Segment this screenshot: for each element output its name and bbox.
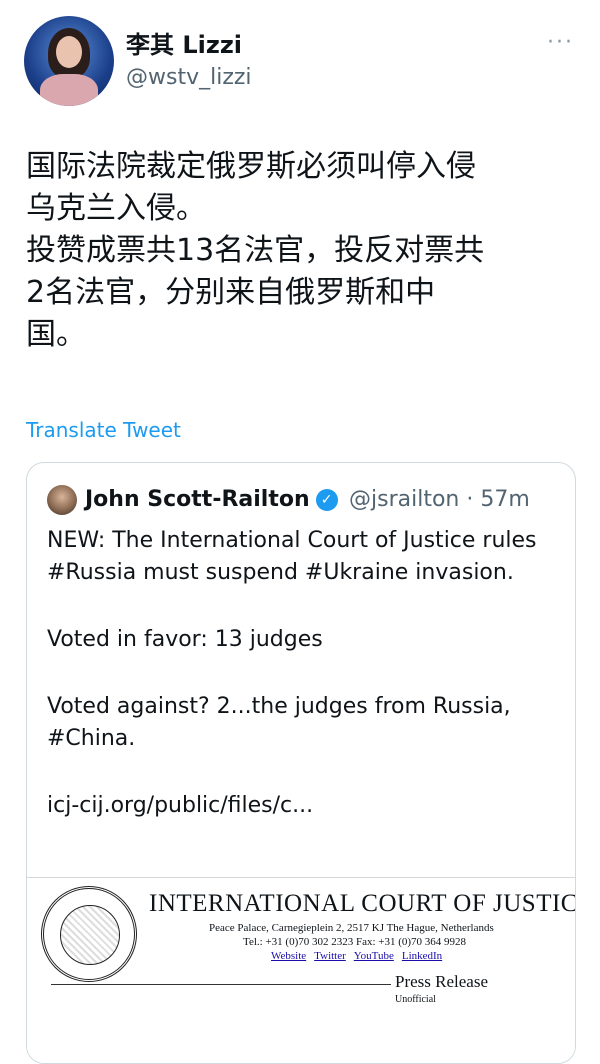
translate-tweet-link[interactable]: Translate Tweet xyxy=(26,416,181,444)
quoted-link[interactable]: icj-cij.org/public/files/c... xyxy=(47,790,557,822)
tweet-line: 国际法院裁定俄罗斯必须叫停入侵 xyxy=(26,149,476,184)
quoted-paragraph: Voted against? 2...the judges from Russi… xyxy=(47,694,511,751)
document-links: Website Twitter YouTube LinkedIn xyxy=(271,950,450,962)
press-release-label: Press Release xyxy=(395,972,489,991)
icj-seal-icon xyxy=(41,886,137,982)
document-address: Peace Palace, Carnegieplein 2, 2517 KJ T… xyxy=(209,922,494,934)
tweet-line: 2名法官，分别来自俄罗斯和中 xyxy=(26,275,436,310)
quoted-handle-time[interactable]: @jsrailton · 57m xyxy=(349,485,530,515)
author-handle[interactable]: @wstv_lizzi xyxy=(126,64,252,92)
document-title: INTERNATIONAL COURT OF JUSTICE xyxy=(149,890,576,917)
author-name[interactable]: 李其 Lizzi xyxy=(126,30,242,60)
more-options-icon[interactable]: ··· xyxy=(547,30,574,55)
tweet-line: 乌克兰入侵。 xyxy=(26,191,206,226)
quoted-author-name-text: John Scott-Railton xyxy=(85,487,310,512)
quoted-tweet-text: NEW: The International Court of Justice … xyxy=(47,525,557,822)
avatar-face xyxy=(56,36,82,68)
document-phone: Tel.: +31 (0)70 302 2323 Fax: +31 (0)70 … xyxy=(243,936,467,948)
author-avatar[interactable] xyxy=(24,16,114,106)
quoted-tweet[interactable]: John Scott-Railton ✓ @jsrailton · 57m NEW… xyxy=(26,462,576,1064)
document-link-twitter: Twitter xyxy=(314,950,346,962)
document-divider xyxy=(51,984,391,985)
document-link-youtube: YouTube xyxy=(353,950,394,962)
quoted-author-name[interactable]: John Scott-Railton ✓ xyxy=(85,485,338,515)
verified-badge-icon: ✓ xyxy=(315,489,338,511)
tweet-line: 投赞成票共13名法官，投反对票共 xyxy=(26,233,485,268)
tweet-line: 国。 xyxy=(26,317,86,352)
quoted-paragraph: NEW: The International Court of Justice … xyxy=(47,528,537,585)
quoted-paragraph: Voted in favor: 13 judges xyxy=(47,627,323,652)
quoted-author-avatar[interactable] xyxy=(47,485,77,515)
unofficial-label: Unofficial xyxy=(395,994,436,1005)
document-link-website: Website xyxy=(271,950,307,962)
document-link-linkedin: LinkedIn xyxy=(401,950,443,962)
tweet-text: 国际法院裁定俄罗斯必须叫停入侵 乌克兰入侵。 投赞成票共13名法官，投反对票共 … xyxy=(26,146,576,356)
avatar-body xyxy=(40,74,98,106)
attached-document-image[interactable]: INTERNATIONAL COURT OF JUSTICE Peace Pal… xyxy=(27,877,576,1063)
